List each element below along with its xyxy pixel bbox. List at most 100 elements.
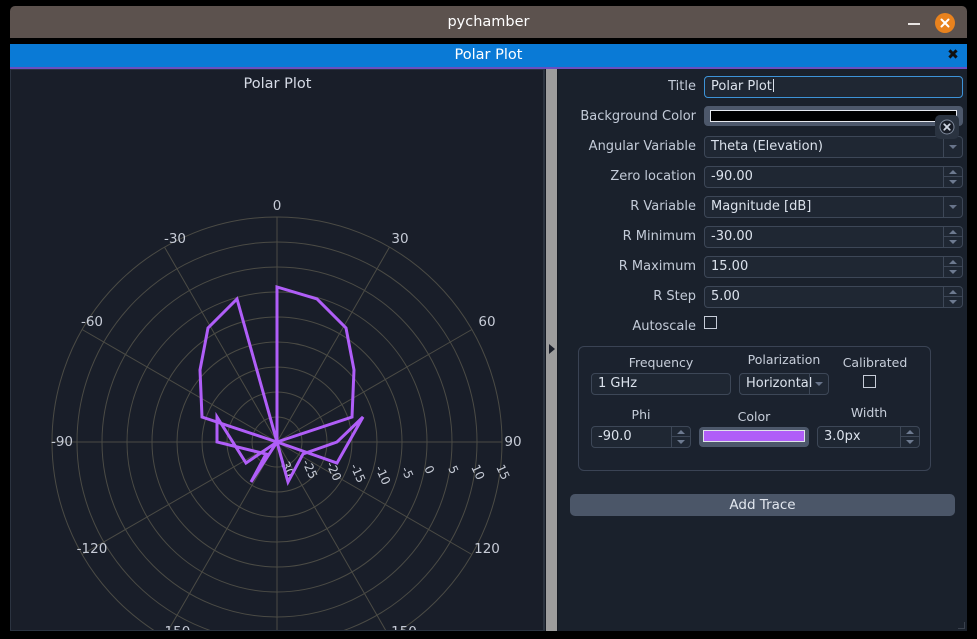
svg-text:60: 60 [478, 314, 495, 330]
field-row-r-minimum: R Minimum -30.00 [558, 226, 967, 248]
label-calibrated: Calibrated [842, 355, 908, 370]
label-width: Width [850, 405, 888, 420]
field-r-maximum: 15.00 [704, 256, 963, 278]
autoscale-checkbox[interactable] [704, 316, 717, 329]
polar-plot-pane[interactable]: Polar Plot 0 30 60 90 120 -120 -90 -60 -… [10, 69, 545, 639]
svg-text:-5: -5 [398, 464, 416, 481]
minimize-button[interactable] [906, 15, 922, 29]
chevron-down-icon[interactable] [943, 137, 962, 157]
svg-text:0: 0 [421, 463, 437, 476]
field-zero-location: -90.00 [704, 166, 963, 188]
svg-text:-30: -30 [164, 231, 186, 247]
field-title: Polar Plot [704, 76, 963, 98]
window-titlebar: pychamber [10, 6, 967, 38]
label-phi: Phi [631, 407, 651, 422]
calibrated-checkbox[interactable] [863, 375, 876, 388]
frequency-input[interactable]: 1 GHz [591, 373, 731, 395]
svg-text:-150: -150 [160, 624, 191, 630]
background-color-swatch [710, 110, 957, 122]
field-row-title: Title Polar Plot [558, 76, 967, 98]
svg-text:120: 120 [474, 541, 500, 557]
close-icon [940, 18, 950, 28]
field-r-step: 5.00 [704, 286, 963, 308]
r-minimum-spinbox[interactable]: -30.00 [704, 226, 963, 248]
tab-polar-plot[interactable]: Polar Plot [10, 44, 967, 67]
window-title: pychamber [447, 14, 530, 30]
label-r-variable: R Variable [630, 199, 696, 214]
field-calibrated [863, 375, 876, 388]
zero-location-spinbox[interactable]: -90.00 [704, 166, 963, 188]
spin-down-icon[interactable] [943, 266, 962, 277]
svg-text:10: 10 [468, 462, 487, 482]
text-caret [772, 79, 774, 92]
spin-down-icon[interactable] [671, 436, 690, 447]
svg-text:15: 15 [493, 462, 512, 482]
field-row-r-step: R Step 5.00 [558, 286, 967, 308]
width-spinbox[interactable]: 3.0px [817, 426, 920, 448]
phi-spinbox[interactable]: -90.0 [591, 426, 691, 448]
svg-text:-90: -90 [51, 434, 73, 450]
field-row-r-maximum: R Maximum 15.00 [558, 256, 967, 278]
close-button[interactable] [935, 13, 955, 33]
label-zero-location: Zero location [610, 169, 696, 184]
label-r-step: R Step [653, 289, 696, 304]
spin-down-icon[interactable] [943, 236, 962, 247]
application-window: pychamber Polar Plot ✖ Polar Plot 0 30 6… [0, 0, 977, 639]
add-trace-button[interactable]: Add Trace [570, 494, 955, 516]
label-polarization: Polarization [747, 352, 821, 367]
svg-text:30: 30 [391, 231, 408, 247]
chevron-down-icon[interactable] [943, 197, 962, 217]
label-r-maximum: R Maximum [618, 259, 696, 274]
field-background-color [704, 106, 963, 128]
field-row-autoscale: Autoscale [558, 316, 967, 338]
title-input[interactable]: Polar Plot [704, 76, 963, 98]
settings-pane: Title Polar Plot Background Color Angula… [558, 69, 967, 631]
label-autoscale: Autoscale [632, 319, 696, 334]
tab-close-icon[interactable]: ✖ [945, 45, 961, 65]
svg-text:-60: -60 [81, 314, 103, 330]
plot-title: Polar Plot [243, 76, 312, 92]
splitter-collapse-arrow-icon[interactable] [549, 344, 555, 354]
theta-tick-labels: 0 30 60 90 120 150 180 -150 -120 -90 -60… [51, 198, 522, 639]
svg-text:-10: -10 [372, 463, 393, 487]
spin-down-icon[interactable] [943, 296, 962, 307]
delete-trace-icon [939, 119, 955, 135]
svg-text:-15: -15 [347, 461, 368, 485]
field-angular-variable: Theta (Elevation) [704, 136, 963, 158]
resize-grip[interactable] [957, 621, 965, 629]
trace-group: Frequency Polarization Calibrated 1 GHz … [578, 346, 931, 471]
polarization-combo[interactable]: Horizontal [739, 373, 829, 395]
label-color: Color [737, 409, 771, 424]
spin-down-icon[interactable] [900, 436, 919, 447]
spin-down-icon[interactable] [943, 176, 962, 187]
angular-variable-combo[interactable]: Theta (Elevation) [704, 136, 963, 158]
pane-splitter[interactable] [546, 69, 557, 631]
field-r-variable: Magnitude [dB] [704, 196, 963, 218]
r-maximum-spinbox[interactable]: 15.00 [704, 256, 963, 278]
field-width: 3.0px [817, 426, 920, 448]
field-polarization: Horizontal [739, 373, 829, 395]
chevron-down-icon[interactable] [809, 374, 828, 394]
r-tick-labels: -30 -25 -20 -15 -10 -5 0 5 10 15 [276, 455, 512, 487]
label-angular-variable: Angular Variable [588, 139, 696, 154]
svg-text:-120: -120 [77, 541, 108, 557]
r-variable-combo[interactable]: Magnitude [dB] [704, 196, 963, 218]
trace-color-button[interactable] [699, 427, 809, 447]
split-line [543, 69, 544, 631]
delete-trace-button[interactable] [935, 115, 959, 139]
svg-text:0: 0 [273, 198, 282, 214]
field-frequency: 1 GHz [591, 373, 731, 395]
field-color [699, 427, 809, 447]
svg-text:-25: -25 [299, 457, 320, 481]
svg-text:90: 90 [504, 434, 521, 450]
background-color-button[interactable] [704, 106, 963, 126]
main-content: Polar Plot 0 30 60 90 120 -120 -90 -60 -… [10, 69, 967, 639]
field-r-minimum: -30.00 [704, 226, 963, 248]
label-title: Title [668, 79, 696, 94]
r-step-spinbox[interactable]: 5.00 [704, 286, 963, 308]
label-background-color: Background Color [580, 109, 696, 124]
field-row-zero-location: Zero location -90.00 [558, 166, 967, 188]
label-frequency: Frequency [628, 355, 694, 370]
trace-color-swatch [703, 430, 805, 442]
polar-plot-canvas[interactable]: 0 30 60 90 120 150 180 -150 -120 -90 -60… [11, 70, 544, 639]
